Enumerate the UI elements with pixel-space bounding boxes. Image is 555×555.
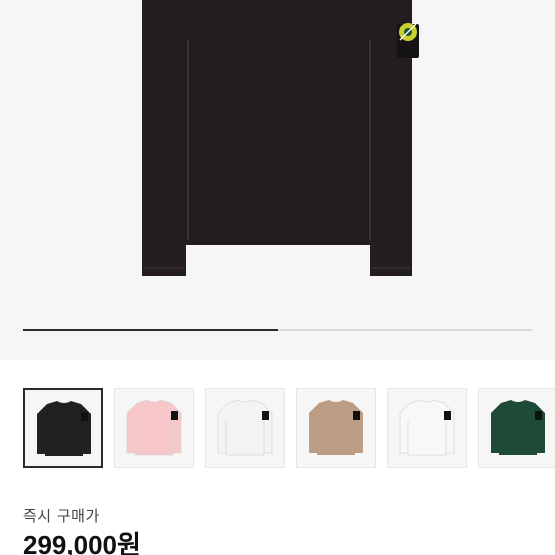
sweater-thumbnail-icon bbox=[37, 401, 91, 456]
color-thumbnail-green[interactable] bbox=[478, 388, 555, 468]
gallery-progress-bar bbox=[23, 329, 532, 331]
color-thumbnail-strip bbox=[0, 388, 555, 468]
instant-buy-price-label: 즉시 구매가 bbox=[23, 507, 100, 525]
sweater-thumbnail-icon bbox=[217, 399, 273, 456]
color-thumbnail-black[interactable] bbox=[23, 388, 103, 468]
instant-buy-price: 299,000원 bbox=[23, 530, 141, 555]
sweater-thumbnail-icon bbox=[399, 399, 455, 456]
gallery-progress-fill bbox=[23, 329, 278, 331]
color-thumbnail-pink[interactable] bbox=[114, 388, 194, 468]
sweater-image bbox=[142, 0, 419, 276]
color-thumbnail-ivory[interactable] bbox=[205, 388, 285, 468]
sweater-thumbnail-icon bbox=[309, 400, 363, 455]
color-thumbnail-white[interactable] bbox=[387, 388, 467, 468]
sweater-thumbnail-icon bbox=[491, 400, 545, 455]
compass-badge-icon bbox=[397, 23, 419, 58]
sweater-thumbnail-icon bbox=[126, 399, 182, 456]
color-thumbnail-beige[interactable] bbox=[296, 388, 376, 468]
product-hero-image[interactable] bbox=[0, 0, 555, 360]
